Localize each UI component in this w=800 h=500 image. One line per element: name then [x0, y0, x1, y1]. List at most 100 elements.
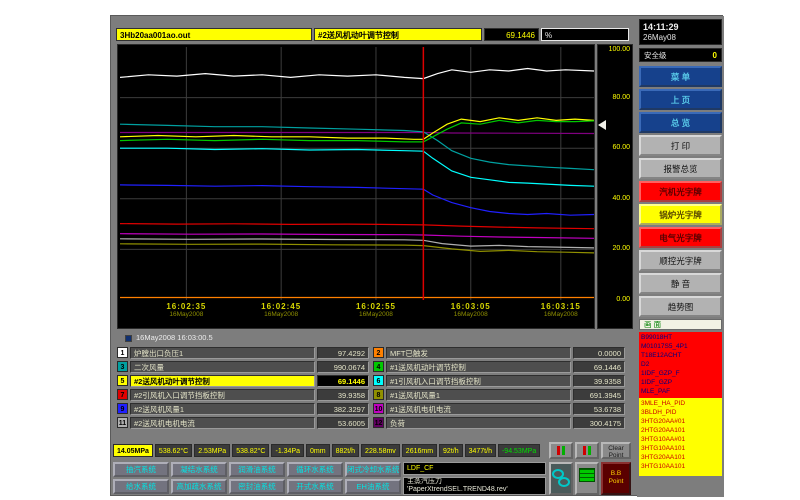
alarm-tag[interactable]: 3HTG10AA101 — [641, 444, 720, 453]
legend-row[interactable]: 4#1送风机动叶调节控制69.1446 — [373, 360, 625, 373]
system-button[interactable]: 开式水系统 — [287, 479, 343, 494]
source-file-field[interactable]: 3Hb20aa001ao.out — [116, 28, 312, 41]
sidebar-button-gray[interactable]: 顺控光字牌 — [639, 250, 722, 271]
legend-row[interactable]: 9#2送风机风量1382.3297 — [117, 402, 369, 415]
system-button[interactable]: 闭式冷却水系统 — [345, 462, 401, 477]
legend-point-name: #1引风机入口调节挡板控制 — [386, 375, 571, 387]
clear-point-button[interactable]: Clear Point — [601, 442, 631, 459]
system-button[interactable]: 润滑油系统 — [229, 462, 285, 477]
security-label: 安全级 — [644, 49, 667, 61]
legend-color-badge: 8 — [373, 389, 384, 400]
legend-point-value: 300.4175 — [573, 417, 625, 429]
legend-point-name: 负荷 — [386, 417, 571, 429]
legend-color-badge: 5 — [117, 375, 128, 386]
system-button[interactable]: EH油系统 — [345, 479, 401, 494]
alarm-tag[interactable]: 3BLDH_PID — [641, 408, 720, 417]
screen-list-header: 画 面 — [639, 319, 722, 330]
alarm-tag[interactable]: D2 — [641, 360, 720, 369]
alarm-tag[interactable]: 3MLE_HA_PID — [641, 399, 720, 408]
point-value-field: 69.1446 — [484, 28, 539, 41]
alarm-tag[interactable]: MLE_PAF — [641, 387, 720, 396]
legend-point-value: 97.4292 — [317, 347, 369, 359]
cursor-time-icon — [125, 335, 132, 342]
sidebar-button-gray[interactable]: 静 音 — [639, 273, 722, 294]
nav-button-stack: 菜 单上 页总 览打 印报警总览汽机光字牌锅炉光字牌电气光字牌顺控光字牌静 音趋… — [639, 66, 722, 317]
legend-row[interactable]: 12负荷300.4175 — [373, 416, 625, 429]
trend-pen-button-1[interactable] — [549, 442, 573, 459]
process-statusbar: 14.05MPa538.62°C2.53MPa538.82°C-1.34Pa0m… — [113, 442, 547, 459]
legend-point-name: #2送风机动叶调节控制 — [130, 375, 315, 387]
system-button[interactable]: 抽汽系统 — [113, 462, 169, 477]
legend-point-value: 382.3297 — [317, 403, 369, 415]
alarm-tag[interactable]: 3HTG20AA101 — [641, 453, 720, 462]
x-tick: 16:03:0516May2008 — [451, 302, 491, 318]
x-tick: 16:02:5516May2008 — [356, 302, 396, 318]
alarm-tag[interactable]: 3HTG20AA#01 — [641, 417, 720, 426]
trend-curves — [120, 47, 594, 300]
cursor-timestamp: 16May2008 16:03:00.5 — [136, 333, 213, 342]
legend-point-value: 53.6005 — [317, 417, 369, 429]
system-button[interactable]: 给水系统 — [113, 479, 169, 494]
alarm-tag[interactable]: 1IDF_GZP — [641, 378, 720, 387]
sidebar-button-gray[interactable]: 报警总览 — [639, 158, 722, 179]
link-button[interactable] — [549, 462, 573, 495]
status-value: 0mm — [306, 444, 330, 457]
y-tick: 100.00 — [609, 46, 630, 53]
alarm-tag[interactable]: T18E12ACHT — [641, 351, 720, 360]
alarm-list-red[interactable]: B99018HTM01017S5_4P1T18E12ACHTD21IDF_GZP… — [639, 332, 722, 398]
trend-series — [120, 234, 594, 239]
sidebar-button-red[interactable]: 电气光字牌 — [639, 227, 722, 248]
system-button[interactable]: 高加疏水系统 — [171, 479, 227, 494]
x-tick-date: 16May2008 — [451, 311, 491, 318]
legend-row[interactable]: 6#1引风机入口调节挡板控制39.9358 — [373, 374, 625, 387]
legend-color-badge: 2 — [373, 347, 384, 358]
sidebar-button-red[interactable]: 汽机光字牌 — [639, 181, 722, 202]
group-display-button[interactable] — [575, 462, 599, 495]
trend-chart[interactable]: 16:02:3516May200816:02:4516May200816:02:… — [117, 44, 595, 329]
sidebar-button-yellow[interactable]: 锅炉光字牌 — [639, 204, 722, 225]
legend-row[interactable]: 11#2送风机电机电流53.6005 — [117, 416, 369, 429]
cursor-info-row: 16May2008 16:03:00.5 — [117, 332, 633, 344]
alarm-tag[interactable]: B99018HT — [641, 333, 720, 342]
sidebar-button-blue[interactable]: 菜 单 — [639, 66, 722, 87]
point-title-field[interactable]: #2送风机动叶调节控制 — [314, 28, 482, 41]
legend-row[interactable]: 10#1送风机电机电流53.6738 — [373, 402, 625, 415]
alarm-tag[interactable]: 1IDF_GZP_F — [641, 369, 720, 378]
sidebar-button-gray[interactable]: 趋势图 — [639, 296, 722, 317]
legend-point-value: 69.1446 — [317, 375, 369, 387]
legend-row[interactable]: 1炉膛出口负压197.4292 — [117, 346, 369, 359]
trend-series — [120, 244, 594, 253]
legend-row[interactable]: 2MFT已触发0.0000 — [373, 346, 625, 359]
dcs-trend-window: 3Hb20aa001ao.out #2送风机动叶调节控制 69.1446 % 1… — [110, 15, 723, 496]
alarm-tag[interactable]: 3HTG10AA#01 — [641, 435, 720, 444]
bb-point-button[interactable]: B.B Point — [601, 462, 631, 495]
legend-point-value: 990.0674 — [317, 361, 369, 373]
x-tick: 16:02:3516May2008 — [166, 302, 206, 318]
sidebar-button-gray[interactable]: 打 印 — [639, 135, 722, 156]
system-button[interactable]: 凝结水系统 — [171, 462, 227, 477]
alarm-tag[interactable]: M01017S5_4P1 — [641, 342, 720, 351]
green-bar-icon — [562, 446, 565, 455]
alarm-tag[interactable]: 2HTG20AA101 — [641, 426, 720, 435]
trend-plot-area[interactable] — [120, 47, 594, 300]
trend-series — [120, 133, 594, 134]
system-button[interactable]: 密封油系统 — [229, 479, 285, 494]
sidebar-button-blue[interactable]: 上 页 — [639, 89, 722, 110]
status-value: 14.05MPa — [113, 444, 153, 457]
legend-row[interactable]: 5#2送风机动叶调节控制69.1446 — [117, 374, 369, 387]
chain-link-icon — [552, 466, 570, 490]
legend-row[interactable]: 3二次风量990.0674 — [117, 360, 369, 373]
status-value: 3477t/h — [465, 444, 496, 457]
system-buttons-row1: 抽汽系统凝结水系统润滑油系统循环水系统闭式冷却水系统 — [113, 462, 401, 477]
trend-pen-button-2[interactable] — [575, 442, 599, 459]
legend-row[interactable]: 8#1送风机风量1691.3945 — [373, 388, 625, 401]
x-tick-date: 16May2008 — [166, 311, 206, 318]
alarm-tag[interactable]: 3HTG10AA101 — [641, 462, 720, 471]
system-button[interactable]: 循环水系统 — [287, 462, 343, 477]
value-marker-triangle[interactable] — [598, 120, 606, 130]
alarm-list-yellow[interactable]: 3MLE_HA_PID3BLDH_PID3HTG20AA#012HTG20AA1… — [639, 398, 722, 476]
legend-point-name: #2送风机风量1 — [130, 403, 315, 415]
point-name-input[interactable]: LDF_CF — [403, 462, 546, 475]
legend-row[interactable]: 7#2引风机入口调节挡板控制39.9358 — [117, 388, 369, 401]
sidebar-button-blue[interactable]: 总 览 — [639, 112, 722, 133]
